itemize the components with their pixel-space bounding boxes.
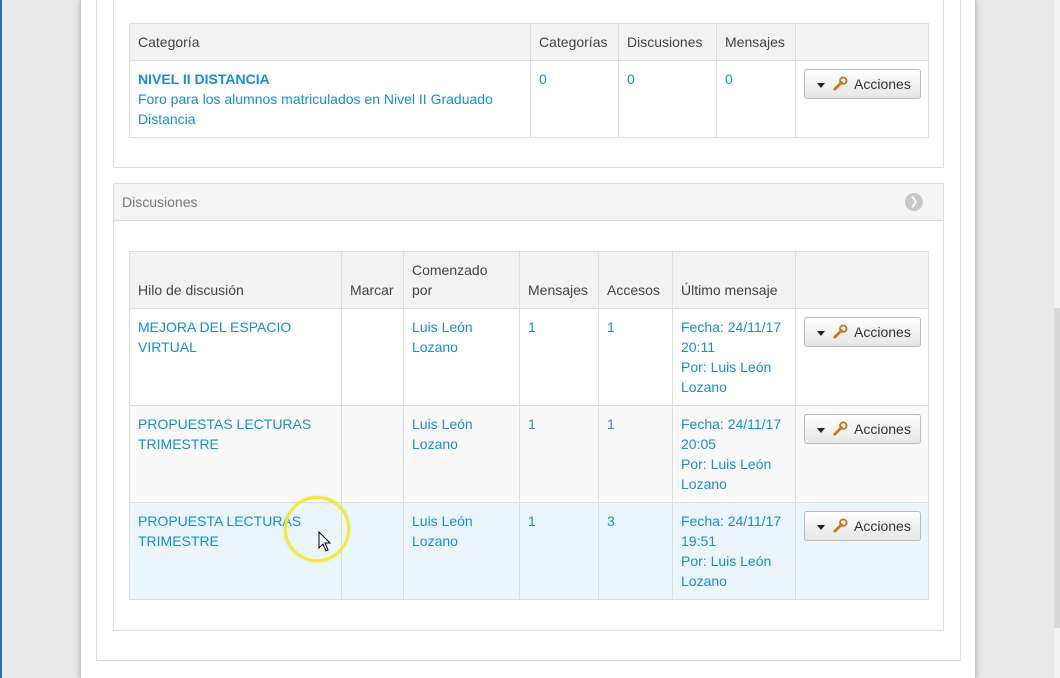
category-count-cell: 0 <box>530 60 619 138</box>
thread-cell: MEJORA DEL ESPACIO VIRTUAL <box>129 308 342 406</box>
thread-actions-button[interactable]: Acciones <box>804 317 921 347</box>
category-title-link[interactable]: NIVEL II DISTANCIA <box>138 71 270 87</box>
last-message-date[interactable]: Fecha: 24/11/17 20:11 <box>681 319 781 355</box>
messages-count[interactable]: 1 <box>528 513 536 529</box>
started-by-link[interactable]: Luis León Lozano <box>412 513 473 549</box>
thread-actions-label: Acciones <box>854 324 911 340</box>
discussions-table: Hilo de discusión Marcar Comenzado por M… <box>129 251 929 600</box>
col-header-mensajes[interactable]: Mensajes <box>716 23 796 61</box>
col-header-categorias[interactable]: Categorías <box>530 23 619 61</box>
categories-table: Categoría Categorías Discusiones Mensaje… <box>129 23 929 138</box>
thread-actions-cell: Acciones <box>795 502 929 600</box>
caret-down-icon <box>817 427 825 433</box>
content-frame: Categoría Categorías Discusiones Mensaje… <box>96 0 961 661</box>
discussion-row: PROPUESTA LECTURAS TRIMESTRE Luis León L… <box>129 502 929 600</box>
forum-page: Categoría Categorías Discusiones Mensaje… <box>80 0 976 678</box>
accesses-cell: 1 <box>598 308 673 406</box>
accesses-cell: 1 <box>598 405 673 503</box>
discussion-row: MEJORA DEL ESPACIO VIRTUAL Luis León Loz… <box>129 308 929 406</box>
last-message-cell: Fecha: 24/11/17 20:11 Por: Luis León Loz… <box>672 308 796 406</box>
started-by-cell: Luis León Lozano <box>403 502 520 600</box>
started-by-link[interactable]: Luis León Lozano <box>412 319 473 355</box>
last-message-cell: Fecha: 24/11/17 19:51 Por: Luis León Loz… <box>672 502 796 600</box>
discussions-panel: Discusiones ❯ Hilo de discusión Marcar C… <box>113 183 944 631</box>
thread-actions-button[interactable]: Acciones <box>804 511 921 541</box>
last-message-date[interactable]: Fecha: 24/11/17 20:05 <box>681 416 781 452</box>
col-header-actions <box>795 251 929 309</box>
category-actions-label: Acciones <box>854 76 911 92</box>
last-message-author[interactable]: Por: Luis León Lozano <box>681 456 771 492</box>
thread-link[interactable]: MEJORA DEL ESPACIO VIRTUAL <box>138 319 291 355</box>
started-by-cell: Luis León Lozano <box>403 405 520 503</box>
wrench-icon <box>833 76 848 91</box>
discussions-panel-heading[interactable]: Discusiones ❯ <box>114 184 943 221</box>
col-header-discusiones[interactable]: Discusiones <box>618 23 717 61</box>
accesses-count[interactable]: 3 <box>607 513 615 529</box>
col-header-accesos[interactable]: Accesos <box>598 251 673 309</box>
wrench-icon <box>833 518 848 533</box>
accesses-count[interactable]: 1 <box>607 319 615 335</box>
chevron-down-circle-icon[interactable]: ❯ <box>905 193 923 211</box>
discussion-count[interactable]: 0 <box>627 71 635 87</box>
thread-actions-button[interactable]: Acciones <box>804 414 921 444</box>
thread-cell: PROPUESTAS LECTURAS TRIMESTRE <box>129 405 342 503</box>
col-header-mensajes[interactable]: Mensajes <box>519 251 599 309</box>
category-row: NIVEL II DISTANCIA Foro para los alumnos… <box>129 60 929 138</box>
categories-header-row: Categoría Categorías Discusiones Mensaje… <box>129 23 929 61</box>
col-header-hilo[interactable]: Hilo de discusión <box>129 251 342 309</box>
caret-down-icon <box>817 330 825 336</box>
category-actions-cell: Acciones <box>795 60 929 138</box>
messages-cell: 1 <box>519 308 599 406</box>
scrollbar-thumb[interactable] <box>1054 308 1060 628</box>
last-message-date[interactable]: Fecha: 24/11/17 19:51 <box>681 513 781 549</box>
col-header-ultimo[interactable]: Último mensaje <box>672 251 796 309</box>
mark-cell[interactable] <box>341 308 404 406</box>
mark-cell[interactable] <box>341 405 404 503</box>
col-header-comenzado[interactable]: Comenzado por <box>403 251 520 309</box>
messages-cell: 1 <box>519 405 599 503</box>
mark-cell[interactable] <box>341 502 404 600</box>
accesses-count[interactable]: 1 <box>607 416 615 432</box>
last-message-cell: Fecha: 24/11/17 20:05 Por: Luis León Loz… <box>672 405 796 503</box>
thread-link[interactable]: PROPUESTA LECTURAS TRIMESTRE <box>138 513 301 549</box>
thread-actions-cell: Acciones <box>795 405 929 503</box>
thread-cell: PROPUESTA LECTURAS TRIMESTRE <box>129 502 342 600</box>
thread-actions-label: Acciones <box>854 518 911 534</box>
thread-actions-cell: Acciones <box>795 308 929 406</box>
col-header-marcar[interactable]: Marcar <box>341 251 404 309</box>
categories-panel: Categoría Categorías Discusiones Mensaje… <box>113 0 944 168</box>
messages-count[interactable]: 1 <box>528 319 536 335</box>
caret-down-icon <box>817 524 825 530</box>
started-by-cell: Luis León Lozano <box>403 308 520 406</box>
window-left-edge <box>0 0 2 678</box>
caret-down-icon <box>817 82 825 88</box>
category-description-link[interactable]: Foro para los alumnos matriculados en Ni… <box>138 91 493 127</box>
thread-link[interactable]: PROPUESTAS LECTURAS TRIMESTRE <box>138 416 311 452</box>
last-message-author[interactable]: Por: Luis León Lozano <box>681 553 771 589</box>
category-cell: NIVEL II DISTANCIA Foro para los alumnos… <box>129 60 531 138</box>
category-actions-button[interactable]: Acciones <box>804 69 921 99</box>
wrench-icon <box>833 324 848 339</box>
messages-count[interactable]: 1 <box>528 416 536 432</box>
discussions-header-row: Hilo de discusión Marcar Comenzado por M… <box>129 251 929 309</box>
discussions-panel-title: Discusiones <box>122 194 198 210</box>
accesses-cell: 3 <box>598 502 673 600</box>
last-message-author[interactable]: Por: Luis León Lozano <box>681 359 771 395</box>
discussion-count-cell: 0 <box>618 60 717 138</box>
col-header-categoria[interactable]: Categoría <box>129 23 531 61</box>
wrench-icon <box>833 421 848 436</box>
messages-cell: 1 <box>519 502 599 600</box>
message-count[interactable]: 0 <box>725 71 733 87</box>
category-count[interactable]: 0 <box>539 71 547 87</box>
message-count-cell: 0 <box>716 60 796 138</box>
col-header-actions <box>795 23 929 61</box>
started-by-link[interactable]: Luis León Lozano <box>412 416 473 452</box>
discussion-row: PROPUESTAS LECTURAS TRIMESTRE Luis León … <box>129 405 929 503</box>
thread-actions-label: Acciones <box>854 421 911 437</box>
